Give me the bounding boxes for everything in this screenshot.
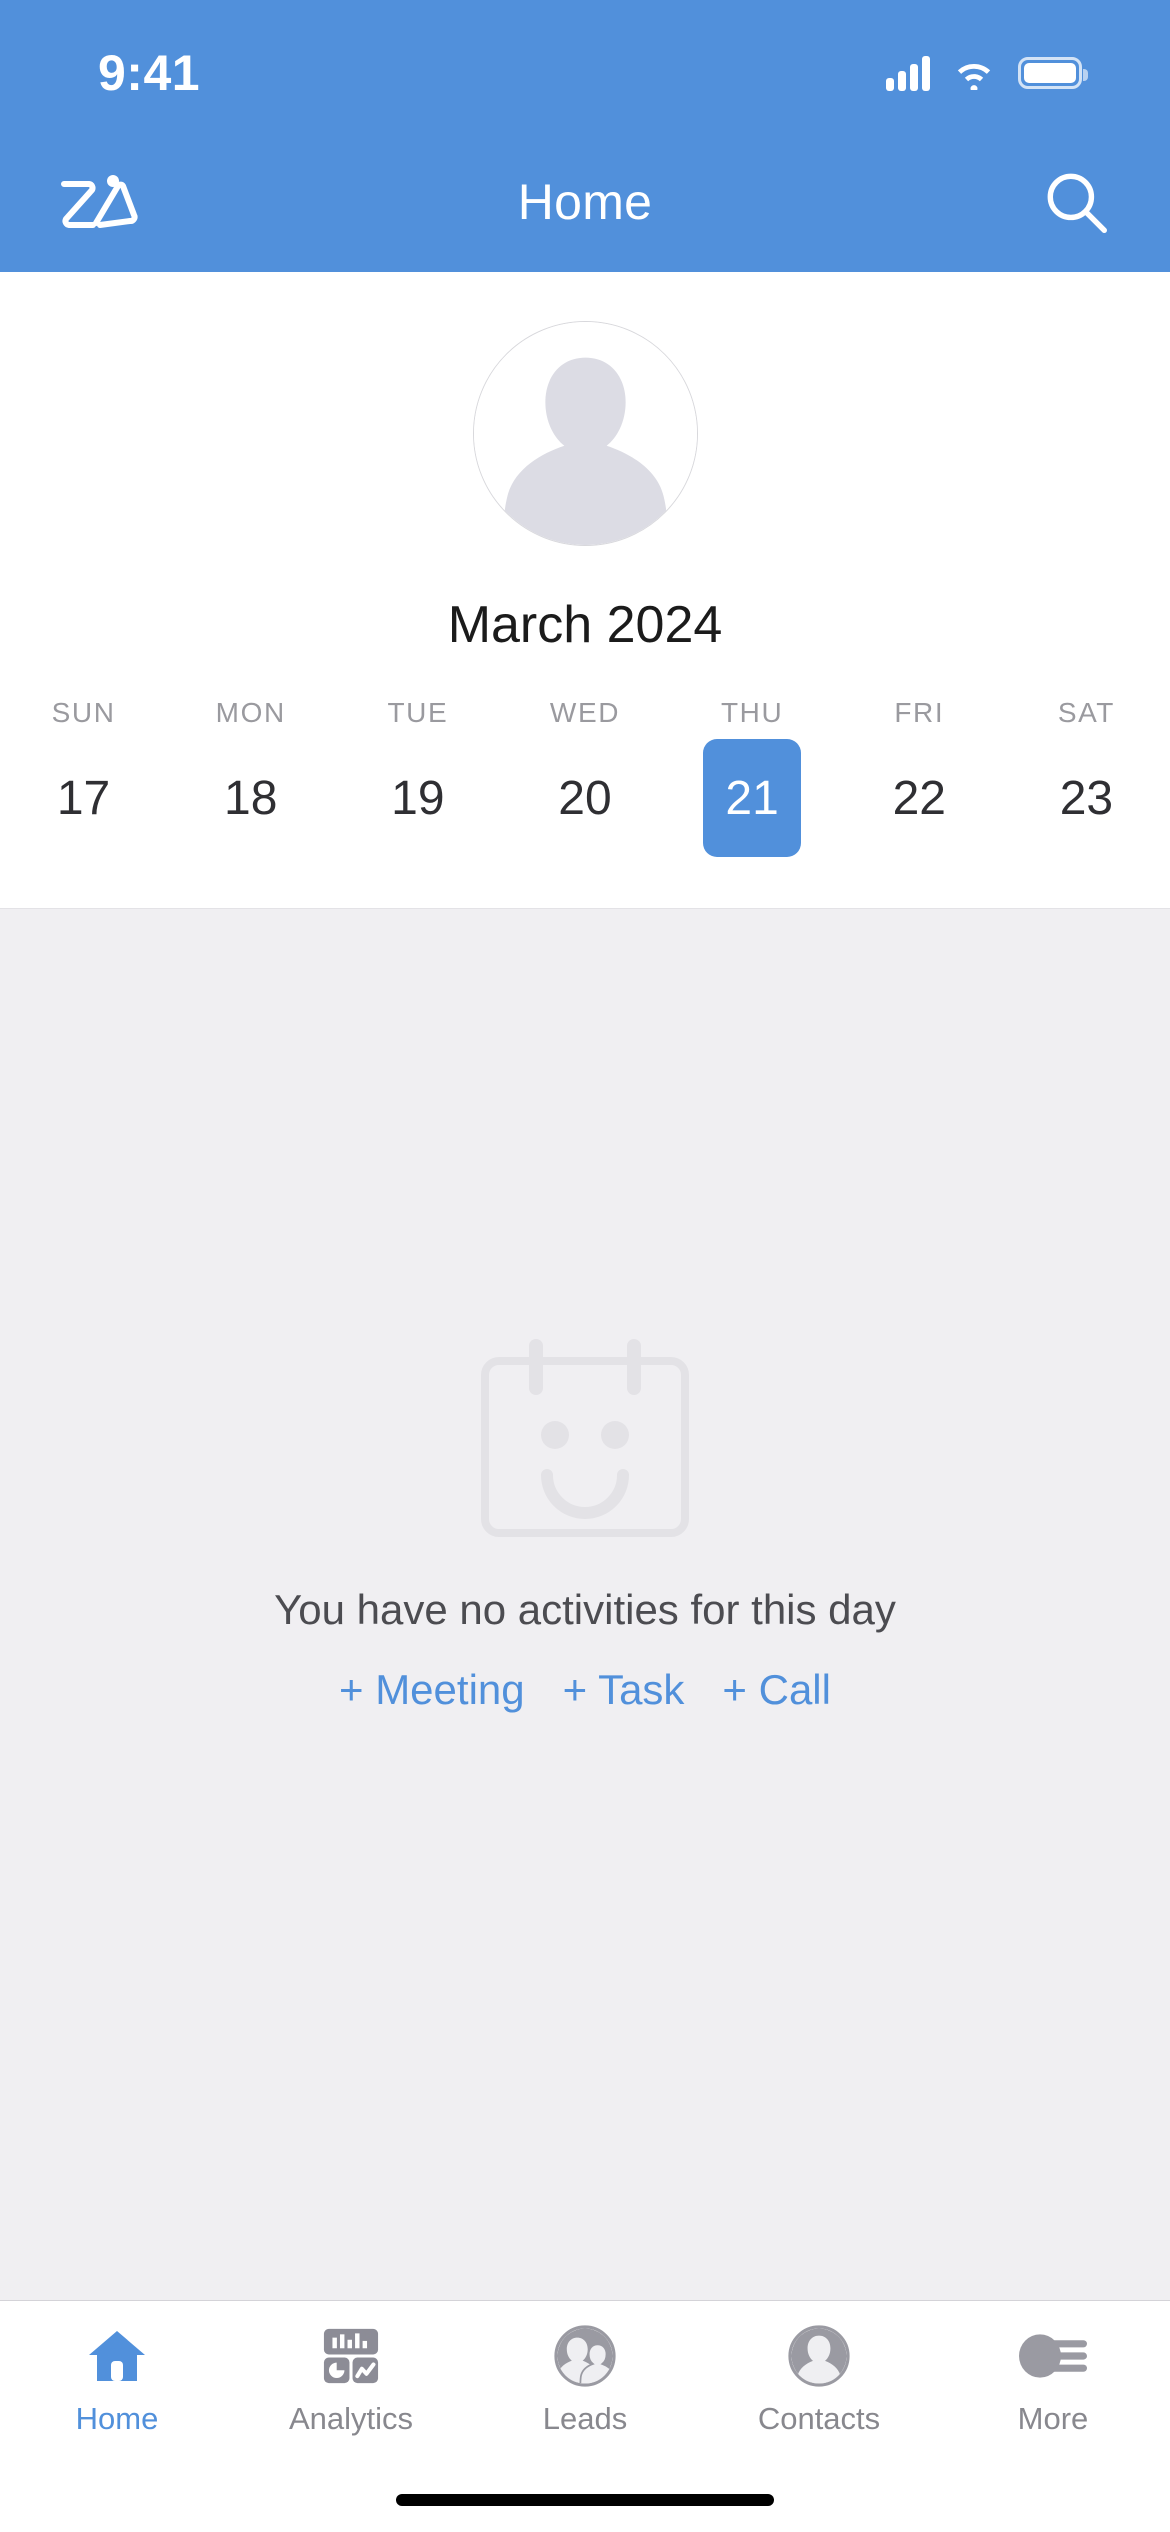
more-icon xyxy=(1018,2323,1088,2389)
date-value: 23 xyxy=(1059,771,1114,825)
zia-logo-button[interactable] xyxy=(0,171,200,233)
search-button[interactable] xyxy=(970,166,1170,238)
signal-bars-icon xyxy=(886,55,930,91)
weekday-cell: MON xyxy=(167,697,334,729)
date-cell-wed[interactable]: 20 xyxy=(501,739,668,857)
avatar-container xyxy=(0,272,1170,546)
weekday-label: THU xyxy=(720,697,784,728)
search-icon xyxy=(1047,173,1107,233)
bottom-tab-bar: Home Analytics Leads Contacts More xyxy=(0,2300,1170,2452)
page-title: Home xyxy=(517,174,653,230)
date-cell-sat[interactable]: 23 xyxy=(1003,739,1170,857)
calendar-date-row: 17 18 19 20 21 22 23 xyxy=(0,739,1170,857)
default-avatar-icon xyxy=(473,322,697,545)
date-value: 18 xyxy=(224,771,278,825)
leads-icon xyxy=(554,2323,616,2389)
date-cell-sun[interactable]: 17 xyxy=(0,739,167,857)
weekday-label: FRI xyxy=(894,697,945,728)
date-cell-fri[interactable]: 22 xyxy=(836,739,1003,857)
tab-label-home: Home xyxy=(75,2401,159,2436)
add-call-link[interactable]: + Call xyxy=(722,1666,831,1714)
weekday-cell: TUE xyxy=(334,697,501,729)
status-bar: 9:41 xyxy=(0,0,1170,132)
calendar-smiley-icon xyxy=(481,1339,689,1537)
tab-more[interactable]: More xyxy=(936,2301,1170,2437)
weekday-cell: THU xyxy=(669,697,836,729)
date-value: 20 xyxy=(558,771,612,825)
app-screen: 9:41 Home March 2024 SUN MON TUE WED THU… xyxy=(0,0,1170,2532)
date-value: 22 xyxy=(892,771,946,825)
date-value: 19 xyxy=(391,771,445,825)
weekday-label: WED xyxy=(549,697,621,728)
date-value-selected: 21 xyxy=(703,739,802,857)
contacts-icon xyxy=(788,2323,850,2389)
avatar[interactable] xyxy=(472,321,698,546)
status-bar-icons xyxy=(886,55,1088,91)
weekday-cell: SAT xyxy=(1003,697,1170,729)
weekday-label: SAT xyxy=(1057,697,1115,728)
navigation-bar: Home xyxy=(0,132,1170,272)
wifi-icon xyxy=(957,64,991,90)
zia-logo-icon xyxy=(61,175,138,228)
add-task-link[interactable]: + Task xyxy=(563,1666,685,1714)
tab-analytics[interactable]: Analytics xyxy=(234,2301,468,2437)
calendar-month-label: March 2024 xyxy=(447,596,723,654)
status-bar-time: 9:41 xyxy=(98,45,201,101)
weekday-cell: FRI xyxy=(836,697,1003,729)
tab-label-contacts: Contacts xyxy=(757,2401,881,2436)
date-value: 17 xyxy=(56,771,111,825)
tab-leads[interactable]: Leads xyxy=(468,2301,702,2437)
date-cell-thu-selected[interactable]: 21 xyxy=(669,739,836,857)
profile-calendar-section: March 2024 SUN MON TUE WED THU FRI SAT 1… xyxy=(0,272,1170,908)
date-cell-mon[interactable]: 18 xyxy=(167,739,334,857)
calendar-weekday-row: SUN MON TUE WED THU FRI SAT xyxy=(0,697,1170,729)
quick-add-actions: + Meeting + Task + Call xyxy=(339,1666,831,1714)
add-meeting-link[interactable]: + Meeting xyxy=(339,1666,525,1714)
weekday-cell: SUN xyxy=(0,697,167,729)
empty-state-illustration xyxy=(469,1333,701,1546)
home-indicator[interactable] xyxy=(396,2494,774,2506)
tab-contacts[interactable]: Contacts xyxy=(702,2301,936,2437)
home-icon xyxy=(86,2323,148,2389)
tab-label-analytics: Analytics xyxy=(288,2401,414,2436)
date-cell-tue[interactable]: 19 xyxy=(334,739,501,857)
activities-panel: You have no activities for this day + Me… xyxy=(0,908,1170,2300)
analytics-icon xyxy=(322,2323,380,2389)
empty-state-message: You have no activities for this day xyxy=(274,1586,896,1633)
tab-label-leads: Leads xyxy=(542,2401,628,2436)
battery-icon xyxy=(1018,57,1088,89)
weekday-cell: WED xyxy=(501,697,668,729)
weekday-label: TUE xyxy=(387,697,449,728)
weekday-label: SUN xyxy=(51,697,116,728)
tab-home[interactable]: Home xyxy=(0,2301,234,2437)
tab-label-more: More xyxy=(1017,2401,1089,2436)
weekday-label: MON xyxy=(215,697,286,728)
